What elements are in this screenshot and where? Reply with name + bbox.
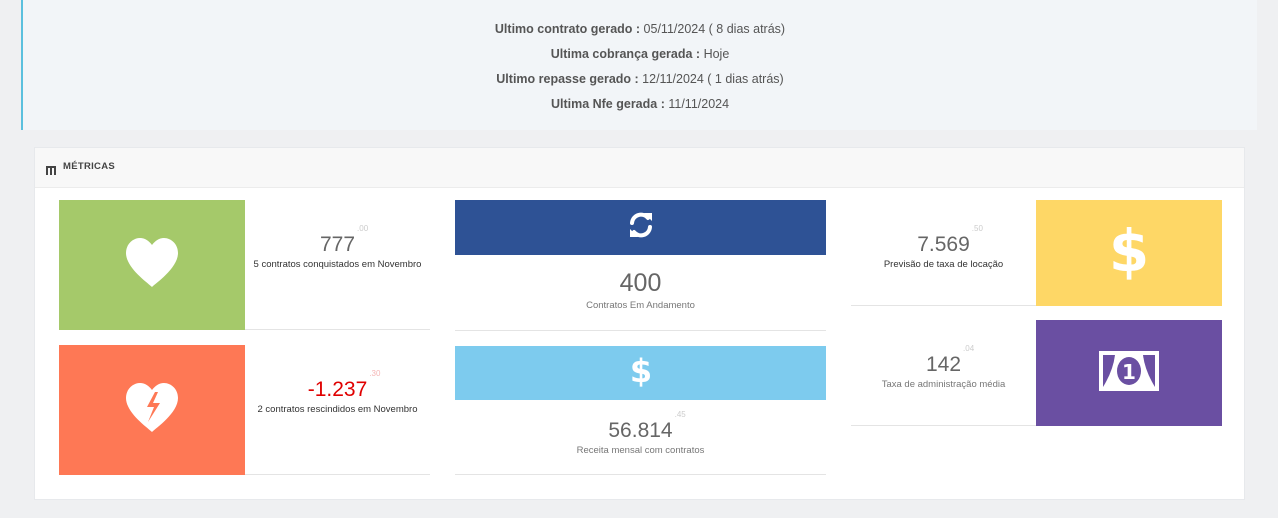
last-contract-value: 05/11/2024 ( 8 dias atrás) bbox=[643, 22, 786, 36]
broken-heart-icon bbox=[124, 382, 180, 439]
contracts-won-decimal: .00 bbox=[357, 224, 369, 233]
monthly-revenue-swatch: $ bbox=[455, 346, 826, 400]
contracts-won-value: 777 bbox=[319, 233, 356, 256]
admin-fee-decimal: .04 bbox=[963, 344, 975, 353]
metrics-title: MÉTRICAS bbox=[63, 161, 116, 172]
contracts-ongoing-tile: 400 Contratos Em Andamento bbox=[455, 200, 826, 331]
rental-fee-forecast-value: 7.569 bbox=[917, 233, 970, 256]
dollar-icon: $ bbox=[629, 352, 651, 393]
rental-fee-forecast-label: Previsão de taxa de locação bbox=[883, 259, 1004, 270]
heart-icon bbox=[124, 237, 180, 294]
last-nfe-label: Ultima Nfe gerada : bbox=[550, 97, 665, 111]
svg-text:1: 1 bbox=[1122, 360, 1136, 384]
contracts-ongoing-swatch bbox=[455, 200, 826, 255]
grid-icon bbox=[46, 162, 56, 180]
contracts-terminated-number: -1.237.30 bbox=[307, 369, 381, 402]
metrics-panel: MÉTRICAS 777.00 5 contratos conquistados… bbox=[34, 147, 1245, 500]
monthly-revenue-value: 56.814 bbox=[608, 419, 673, 442]
admin-fee-values: 142.04 Taxa de administração média bbox=[851, 344, 1036, 392]
monthly-revenue-number: 56.814.45 bbox=[608, 410, 685, 443]
contracts-won-number: 777.00 bbox=[319, 224, 368, 257]
monthly-revenue-values: 56.814.45 Receita mensal com contratos bbox=[455, 410, 826, 458]
contracts-ongoing-label: Contratos Em Andamento bbox=[586, 300, 695, 311]
dollar-icon: $ bbox=[1109, 217, 1149, 286]
contracts-terminated-swatch bbox=[59, 345, 245, 475]
last-charge-label: Ultima cobrança gerada : bbox=[550, 47, 701, 61]
last-nfe-line: Ultima Nfe gerada : 11/11/2024 bbox=[23, 97, 1257, 111]
rental-fee-forecast-decimal: .50 bbox=[971, 224, 983, 233]
contracts-terminated-tile: -1.237.30 2 contratos rescindidos em Nov… bbox=[59, 345, 430, 475]
contracts-ongoing-value: 400 bbox=[619, 269, 662, 297]
admin-fee-label: Taxa de administração média bbox=[881, 379, 1006, 390]
rental-fee-forecast-swatch: $ bbox=[1036, 200, 1222, 306]
rental-fee-forecast-tile: 7.569.50 Previsão de taxa de locação $ bbox=[851, 200, 1222, 306]
banknote-icon: 1 bbox=[1098, 350, 1160, 397]
monthly-revenue-decimal: .45 bbox=[674, 410, 686, 419]
contracts-won-values: 777.00 5 contratos conquistados em Novem… bbox=[245, 224, 430, 272]
admin-fee-swatch: 1 bbox=[1036, 320, 1222, 426]
last-nfe-value: 11/11/2024 bbox=[668, 97, 730, 111]
last-transfer-value: 12/11/2024 ( 1 dias atrás) bbox=[642, 72, 784, 86]
last-transfer-label: Ultimo repasse gerado : bbox=[496, 72, 639, 86]
last-transfer-line: Ultimo repasse gerado : 12/11/2024 ( 1 d… bbox=[23, 72, 1257, 86]
contracts-terminated-label: 2 contratos rescindidos em Novembro bbox=[257, 404, 418, 415]
contracts-terminated-value: -1.237 bbox=[307, 378, 368, 401]
admin-fee-number: 142.04 bbox=[925, 344, 974, 377]
admin-fee-value: 142 bbox=[925, 353, 962, 376]
contracts-won-label: 5 contratos conquistados em Novembro bbox=[253, 259, 422, 270]
contracts-terminated-decimal: .30 bbox=[369, 369, 381, 378]
metrics-header: MÉTRICAS bbox=[35, 148, 1244, 188]
rental-fee-forecast-values: 7.569.50 Previsão de taxa de locação bbox=[851, 224, 1036, 272]
contracts-won-swatch bbox=[59, 200, 245, 330]
svg-text:$: $ bbox=[631, 354, 651, 388]
svg-text:$: $ bbox=[1111, 221, 1147, 281]
admin-fee-tile: 142.04 Taxa de administração média 1 bbox=[851, 320, 1222, 426]
last-contract-line: Ultimo contrato gerado : 05/11/2024 ( 8 … bbox=[23, 22, 1257, 36]
contracts-terminated-values: -1.237.30 2 contratos rescindidos em Nov… bbox=[245, 369, 430, 417]
contracts-ongoing-values: 400 Contratos Em Andamento bbox=[455, 269, 826, 313]
monthly-revenue-label: Receita mensal com contratos bbox=[576, 445, 705, 456]
last-generation-info-panel: Ultimo contrato gerado : 05/11/2024 ( 8 … bbox=[21, 0, 1257, 130]
last-charge-line: Ultima cobrança gerada : Hoje bbox=[23, 47, 1257, 61]
last-contract-label: Ultimo contrato gerado : bbox=[494, 22, 641, 36]
contracts-won-tile: 777.00 5 contratos conquistados em Novem… bbox=[59, 200, 430, 330]
rental-fee-forecast-number: 7.569.50 bbox=[917, 224, 983, 257]
last-charge-value: Hoje bbox=[703, 47, 730, 61]
monthly-revenue-tile: $ 56.814.45 Receita mensal com contratos bbox=[455, 346, 826, 475]
refresh-icon bbox=[627, 211, 655, 244]
